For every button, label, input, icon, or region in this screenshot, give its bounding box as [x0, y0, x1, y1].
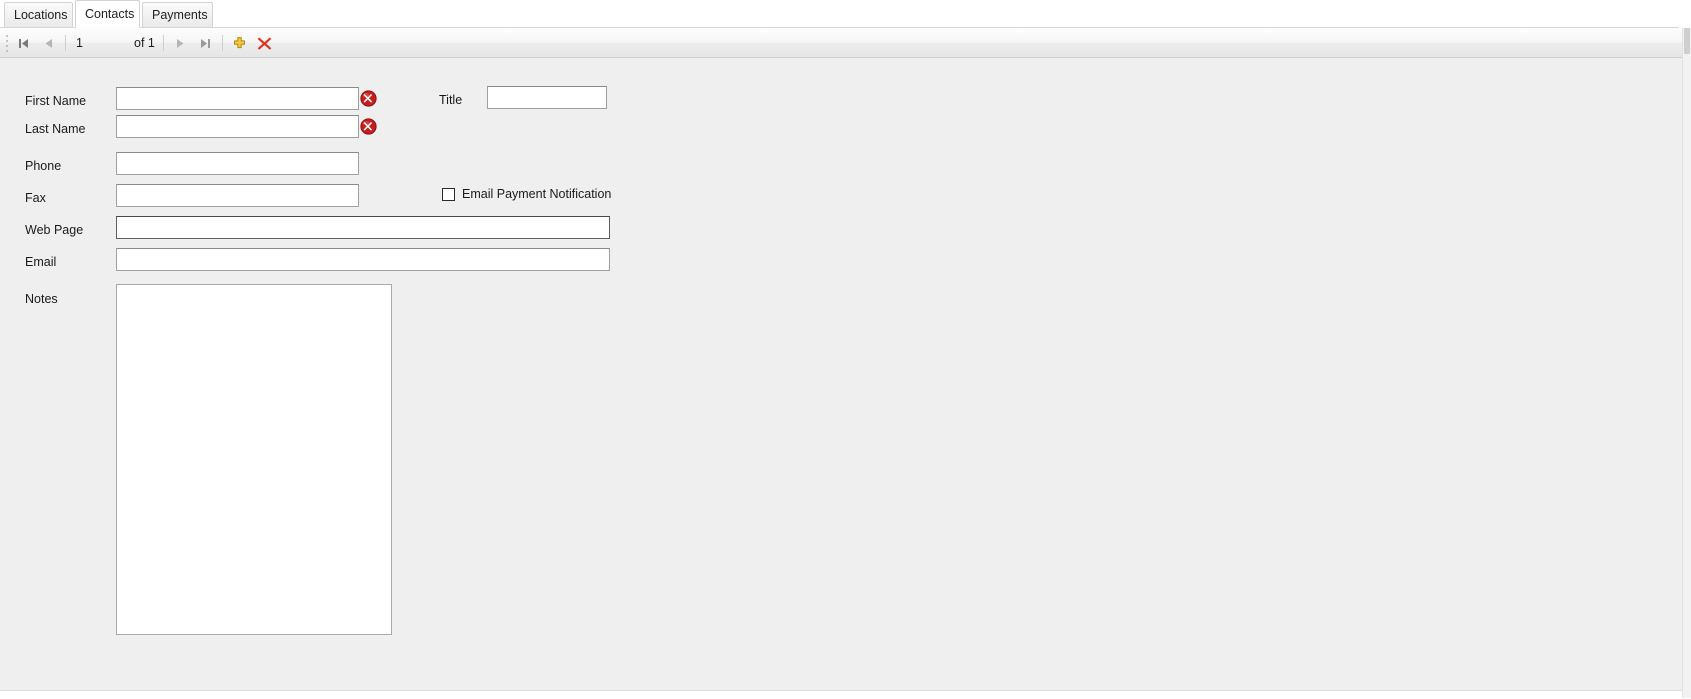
toolbar-separator-3	[221, 35, 223, 51]
notes-textarea[interactable]	[116, 284, 392, 635]
fax-label: Fax	[25, 191, 46, 205]
phone-input[interactable]	[116, 152, 359, 175]
last-name-input[interactable]	[116, 115, 359, 138]
first-record-button[interactable]	[11, 30, 36, 56]
last-record-icon	[200, 38, 210, 48]
add-record-button[interactable]	[227, 30, 252, 56]
toolbar-separator	[65, 35, 66, 51]
toolbar-drag-handle[interactable]	[2, 28, 11, 58]
vertical-scrollbar-thumb[interactable]	[1684, 28, 1690, 54]
next-record-button[interactable]	[168, 30, 193, 56]
toolbar-separator-2	[162, 35, 164, 51]
email-payment-notification-label: Email Payment Notification	[462, 187, 612, 201]
close-icon	[257, 36, 272, 50]
record-navigator-toolbar: 1 of 1	[0, 28, 1691, 58]
next-record-icon	[176, 38, 184, 48]
first-name-error-icon[interactable]	[360, 90, 377, 107]
tab-payments[interactable]: Payments	[142, 2, 213, 27]
email-payment-notification-checkbox[interactable]: Email Payment Notification	[442, 187, 611, 201]
tab-strip: Locations Contacts Payments	[0, 0, 1691, 28]
notes-label: Notes	[25, 292, 58, 306]
first-name-input[interactable]	[116, 87, 359, 110]
web-page-input[interactable]	[116, 216, 610, 239]
tab-contacts[interactable]: Contacts	[75, 0, 140, 28]
delete-record-button[interactable]	[252, 30, 277, 56]
previous-record-icon	[45, 38, 52, 48]
previous-record-button[interactable]	[36, 30, 61, 56]
title-input[interactable]	[487, 86, 607, 109]
fax-input[interactable]	[116, 184, 359, 207]
checkbox-box-icon	[442, 187, 455, 201]
last-name-label: Last Name	[25, 122, 86, 136]
first-name-label: First Name	[25, 94, 87, 108]
last-name-error-icon[interactable]	[360, 118, 377, 135]
record-count-label: of 1	[134, 36, 155, 50]
email-input[interactable]	[116, 248, 610, 271]
contact-form-panel: First Name Last Name Title Phone Fax Ema…	[0, 58, 1691, 690]
tab-locations[interactable]: Locations	[4, 2, 73, 27]
web-page-label: Web Page	[25, 223, 84, 237]
tab-strip-right-filler	[1679, 0, 1691, 28]
last-record-button[interactable]	[193, 30, 218, 56]
title-label: Title	[439, 93, 463, 107]
email-label: Email	[25, 255, 57, 269]
current-record-input[interactable]: 1	[72, 34, 134, 52]
vertical-scrollbar[interactable]	[1682, 28, 1691, 698]
first-record-icon	[19, 38, 28, 48]
plus-icon	[233, 36, 245, 48]
phone-label: Phone	[25, 159, 62, 173]
